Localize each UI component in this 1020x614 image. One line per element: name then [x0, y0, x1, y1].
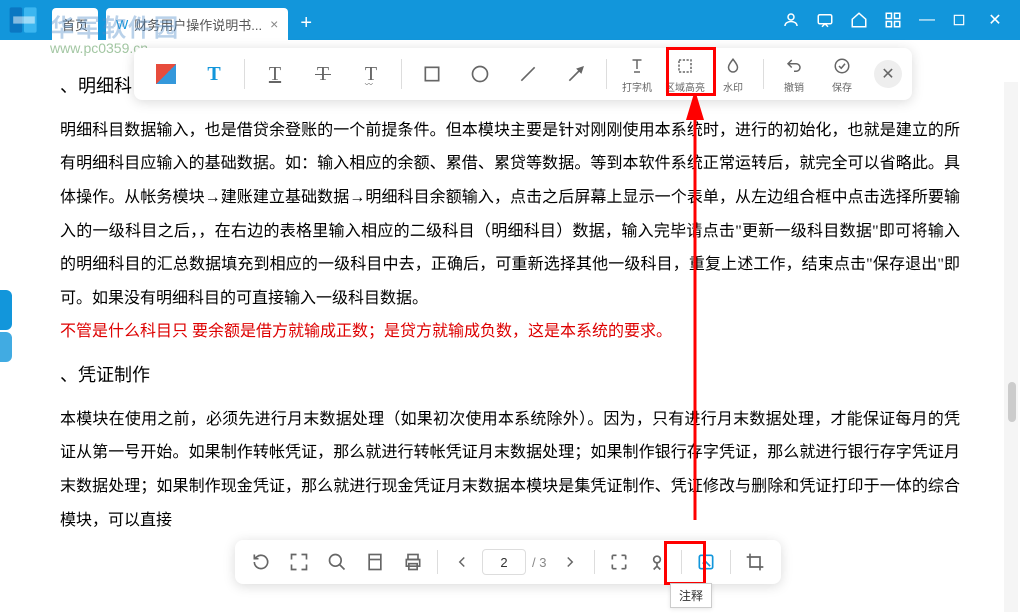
area-highlight-button[interactable]: 区域高亮 — [663, 52, 707, 96]
window-controls: — ✕ — [782, 0, 1020, 40]
document-body: 、明细科 明细科目数据输入，也是借贷余登账的一个前提条件。但本模块主要是针对刚刚… — [0, 40, 1020, 557]
tab-home[interactable]: 首页 — [52, 8, 98, 40]
paragraph-2: 本模块在使用之前，必须先进行月末数据处理（如果初次使用本系统除外）。因为，只有进… — [60, 403, 960, 537]
paragraph-red: 不管是什么科目只 要余额是借方就输成正数；是贷方就输成负数，这是本系统的要求。 — [60, 315, 960, 349]
left-sidebar-handle[interactable] — [0, 290, 12, 370]
fullscreen-button[interactable] — [601, 544, 637, 580]
apps-icon[interactable] — [884, 11, 902, 29]
minimize-button[interactable]: — — [918, 11, 936, 29]
text-tool-button[interactable]: T — [192, 52, 236, 96]
reading-mode-button[interactable] — [639, 544, 675, 580]
strikethrough-tool-button[interactable]: T — [301, 52, 345, 96]
section-heading-2: 、凭证制作 — [60, 357, 960, 395]
close-button[interactable]: ✕ — [986, 10, 1004, 30]
annotate-button[interactable] — [688, 544, 724, 580]
tab-document-label: 财务用户操作说明书... — [134, 15, 262, 34]
next-page-button[interactable] — [552, 544, 588, 580]
document-viewport: 、明细科 明细科目数据输入，也是借贷余登账的一个前提条件。但本模块主要是针对刚刚… — [0, 40, 1020, 614]
bottom-toolbar: / 3 — [235, 540, 781, 584]
print-button[interactable] — [395, 544, 431, 580]
zoom-button[interactable] — [319, 544, 355, 580]
arrow-tool-button[interactable] — [554, 52, 598, 96]
chat-icon[interactable] — [816, 11, 834, 29]
save-button[interactable]: 保存 — [820, 52, 864, 96]
prev-page-button[interactable] — [444, 544, 480, 580]
maximize-button[interactable] — [952, 13, 970, 27]
vertical-scrollbar[interactable] — [1004, 82, 1018, 612]
home-icon[interactable] — [850, 11, 868, 29]
new-tab-button[interactable]: + — [300, 12, 312, 35]
app-logo — [4, 2, 44, 38]
typewriter-button[interactable]: 打字机 — [615, 52, 659, 96]
tab-document[interactable]: W 财务用户操作说明书... × — [106, 8, 288, 40]
page-total: / 3 — [532, 555, 546, 570]
tab-home-label: 首页 — [62, 15, 88, 34]
page-number-input[interactable] — [482, 549, 526, 575]
crop-button[interactable] — [737, 544, 773, 580]
fit-page-button[interactable] — [281, 544, 317, 580]
titlebar: 首页 W 财务用户操作说明书... × + — ✕ — [0, 0, 1020, 40]
rotate-button[interactable] — [243, 544, 279, 580]
ellipse-tool-button[interactable] — [458, 52, 502, 96]
annotate-tooltip: 注释 — [670, 583, 712, 608]
word-icon: W — [116, 17, 128, 32]
annotation-toolbar: T T T T〰 打字机 区域高亮 水印 撤销 保存 ✕ — [134, 48, 912, 100]
color-picker-button[interactable] — [144, 52, 188, 96]
underline-tool-button[interactable]: T — [253, 52, 297, 96]
tab-close-icon[interactable]: × — [270, 16, 278, 32]
line-tool-button[interactable] — [506, 52, 550, 96]
paragraph-1: 明细科目数据输入，也是借贷余登账的一个前提条件。但本模块主要是针对刚刚使用本系统… — [60, 114, 960, 316]
rectangle-tool-button[interactable] — [410, 52, 454, 96]
undo-button[interactable]: 撤销 — [772, 52, 816, 96]
page-layout-button[interactable] — [357, 544, 393, 580]
toolbar-close-button[interactable]: ✕ — [874, 60, 902, 88]
watermark-button[interactable]: 水印 — [711, 52, 755, 96]
wavy-tool-button[interactable]: T〰 — [349, 52, 393, 96]
user-icon[interactable] — [782, 11, 800, 29]
